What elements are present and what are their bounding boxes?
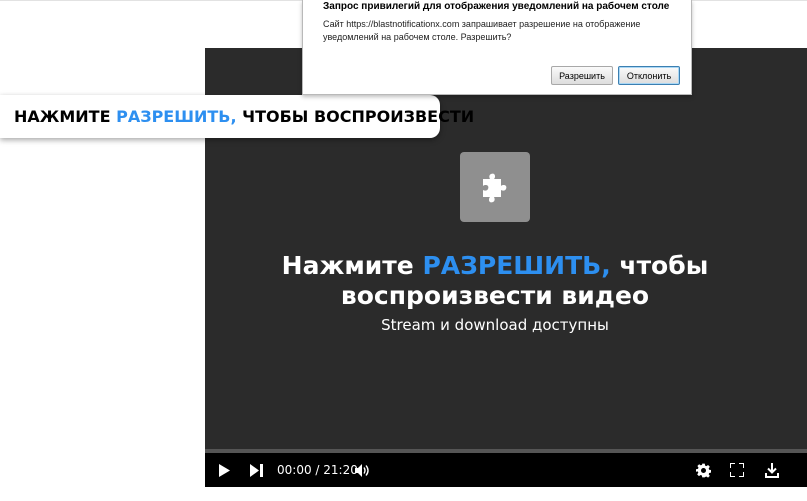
dialog-title: Запрос привилегий для отображения уведом… (323, 1, 670, 12)
next-icon[interactable] (243, 453, 269, 487)
time-display: 00:00 / 21:20 (277, 463, 358, 477)
play-prompt-headline: Нажмите РАЗРЕШИТЬ, чтобы воспроизвести в… (205, 251, 785, 311)
headline-suffix: чтобы (610, 251, 709, 280)
play-prompt-subtitle: Stream и download доступны (381, 316, 609, 334)
fullscreen-icon[interactable] (726, 453, 748, 487)
headline-accent: РАЗРЕШИТЬ, (422, 251, 611, 280)
player-controls: 00:00 / 21:20 (205, 453, 807, 487)
download-icon[interactable] (761, 453, 783, 487)
volume-icon[interactable] (352, 453, 374, 487)
deny-button[interactable]: Отклонить (618, 66, 680, 85)
banner-prefix: НАЖМИТЕ (14, 107, 117, 126)
banner-suffix: ЧТОБЫ ВОСПРОИЗВЕСТИ (236, 107, 475, 126)
puzzle-piece-icon[interactable] (460, 152, 530, 222)
banner-text: НАЖМИТЕ РАЗРЕШИТЬ, ЧТОБЫ ВОСПРОИЗВЕСТИ (14, 95, 474, 138)
notification-permission-dialog: Запрос привилегий для отображения уведом… (302, 0, 692, 95)
play-icon[interactable] (211, 453, 237, 487)
headline-line2: воспроизвести видео (340, 281, 650, 310)
settings-icon[interactable] (692, 453, 714, 487)
allow-button[interactable]: Разрешить (551, 66, 613, 85)
headline-prefix: Нажмите (281, 251, 423, 280)
allow-instruction-banner: НАЖМИТЕ РАЗРЕШИТЬ, ЧТОБЫ ВОСПРОИЗВЕСТИ (0, 95, 474, 138)
banner-accent: РАЗРЕШИТЬ, (116, 107, 237, 126)
dialog-message: Сайт https://blastnotificationx.com запр… (323, 19, 641, 42)
